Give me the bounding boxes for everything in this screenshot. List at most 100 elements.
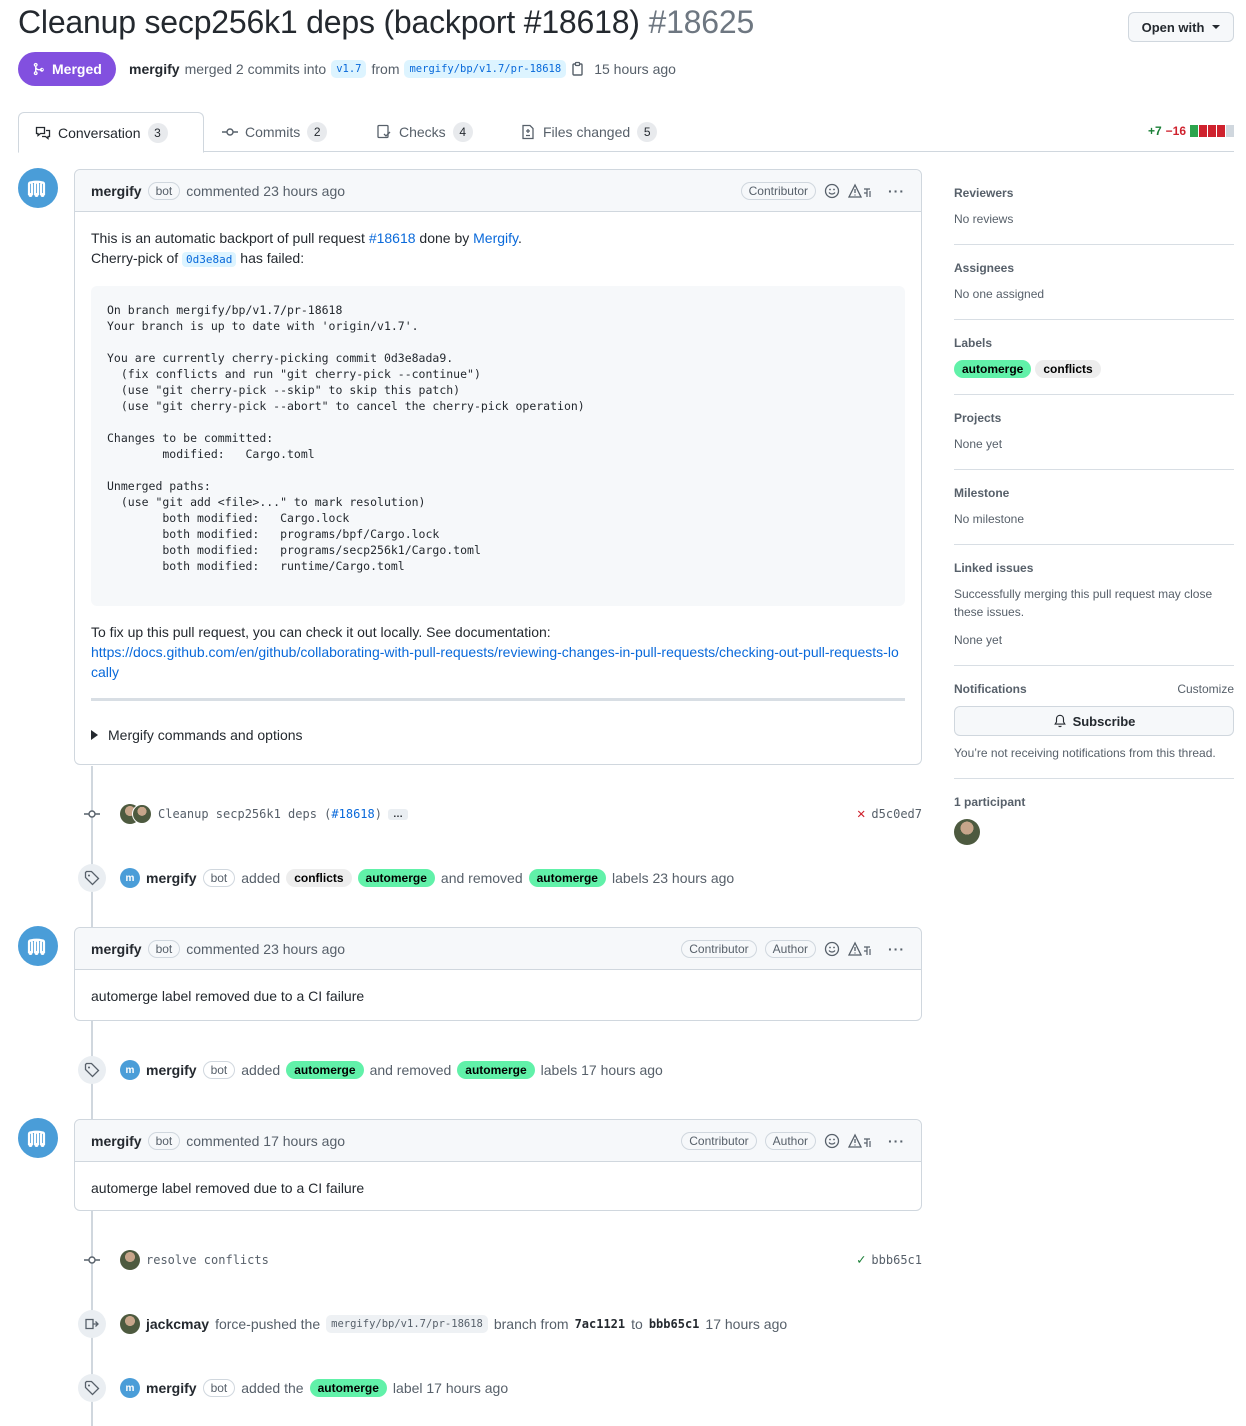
from-sha-link[interactable]: 7ac1121 (575, 1317, 626, 1331)
event-author[interactable]: mergify (146, 870, 197, 886)
translate-icon[interactable] (848, 941, 874, 957)
event-author[interactable]: jackcmay (146, 1316, 209, 1332)
sidebar-participants: 1 participant (954, 779, 1234, 864)
mergify-link[interactable]: Mergify (473, 230, 518, 246)
diffstat-block (1199, 125, 1207, 137)
event-author[interactable]: mergify (146, 1380, 197, 1396)
sidebar-linked-title: Linked issues (954, 561, 1034, 575)
tag-icon (78, 864, 106, 892)
commit-sha[interactable]: ✕ d5c0ed7 (857, 806, 922, 822)
translate-icon[interactable] (848, 183, 874, 199)
tab-files-changed[interactable]: Files changed 5 (520, 112, 658, 152)
commit-sha-text: d5c0ed7 (871, 807, 922, 821)
tab-files-changed-label: Files changed (543, 124, 631, 140)
kebab-icon[interactable]: ··· (888, 941, 905, 957)
label-automerge[interactable]: automerge (286, 1061, 364, 1079)
diffstat-block (1190, 125, 1198, 137)
sidebar-notifications-desc: You’re not receiving notifications from … (954, 746, 1216, 760)
smiley-icon[interactable] (824, 941, 840, 957)
translate-icon[interactable] (848, 1133, 874, 1149)
event-text: added the (241, 1380, 304, 1396)
tab-commits-count: 2 (307, 122, 328, 142)
smiley-icon[interactable] (824, 183, 840, 199)
label-automerge[interactable]: automerge (954, 360, 1032, 378)
label-conflicts[interactable]: conflicts (1035, 360, 1101, 378)
sidebar-participants-title: 1 participant (954, 795, 1026, 809)
expand-commit-button[interactable]: … (387, 808, 408, 820)
sidebar-milestone-title[interactable]: Milestone (954, 486, 1234, 500)
label-conflicts[interactable]: conflicts (286, 869, 352, 887)
commit-avatars[interactable] (120, 804, 152, 824)
comment-author[interactable]: mergify (91, 1133, 142, 1149)
participant-avatar[interactable] (954, 819, 980, 845)
comment-author[interactable]: mergify (91, 941, 142, 957)
avatar[interactable]: m (120, 1060, 140, 1080)
mergify-avatar[interactable] (18, 168, 58, 208)
avatar[interactable] (120, 1250, 140, 1270)
comment-body: automerge label removed due to a CI fail… (91, 988, 365, 1004)
sidebar-assignees-title[interactable]: Assignees (954, 261, 1234, 275)
smiley-icon[interactable] (824, 1133, 840, 1149)
label-automerge[interactable]: automerge (457, 1061, 535, 1079)
branch-name[interactable]: mergify/bp/v1.7/pr-18618 (326, 1315, 488, 1333)
subscribe-button[interactable]: Subscribe (954, 706, 1234, 736)
details-separator (91, 698, 905, 701)
x-icon[interactable]: ✕ (857, 806, 865, 822)
comment-actions: Contributor ··· (740, 181, 905, 200)
open-with-button[interactable]: Open with (1128, 12, 1234, 42)
tab-conversation[interactable]: Conversation 3 (18, 112, 204, 153)
kebab-icon[interactable]: ··· (888, 183, 905, 199)
sidebar-projects-title[interactable]: Projects (954, 411, 1234, 425)
doc-link[interactable]: https://docs.github.com/en/github/collab… (91, 642, 905, 682)
commit-message[interactable]: Cleanup secp256k1 deps (#18618) (158, 807, 382, 821)
comment-time[interactable]: commented 23 hours ago (186, 941, 345, 957)
label-automerge[interactable]: automerge (528, 869, 606, 887)
pr-link[interactable]: #18618 (369, 230, 416, 246)
customize-link[interactable]: Customize (1177, 682, 1234, 696)
sidebar-projects-value: None yet (954, 437, 1003, 451)
tab-checks[interactable]: Checks 4 (376, 112, 473, 152)
label-automerge[interactable]: automerge (309, 1379, 387, 1397)
event-author[interactable]: mergify (146, 1062, 197, 1078)
comment-author[interactable]: mergify (91, 183, 142, 199)
commit-message[interactable]: resolve conflicts (146, 1253, 269, 1267)
commit-pr-link[interactable]: #18618 (331, 807, 374, 821)
avatar[interactable] (120, 1314, 140, 1334)
sidebar-notifications-header: Notifications Customize (954, 682, 1234, 696)
tab-checks-label: Checks (399, 124, 446, 140)
pr-author-link[interactable]: mergify (129, 61, 180, 77)
tab-checks-count: 4 (452, 122, 473, 142)
comment-time[interactable]: commented 17 hours ago (186, 1133, 345, 1149)
sidebar-milestone: Milestone No milestone (954, 470, 1234, 545)
comment-header: mergify bot commented 23 hours ago Contr… (75, 170, 921, 212)
mergify-avatar[interactable] (18, 926, 58, 966)
cherry-sha-link[interactable]: 0d3e8ad (182, 252, 237, 267)
file-diff-icon (522, 124, 534, 140)
copy-icon[interactable] (571, 61, 585, 77)
sidebar-linked-desc: Successfully merging this pull request m… (954, 587, 1213, 619)
base-branch[interactable]: v1.7 (331, 60, 367, 78)
sidebar-reviewers-title[interactable]: Reviewers (954, 186, 1234, 200)
tag-icon (78, 1374, 106, 1402)
git-commit-icon (78, 1246, 106, 1274)
avatar[interactable]: m (120, 868, 140, 888)
sidebar-assignees: Assignees No one assigned (954, 245, 1234, 320)
event-text: added (241, 870, 281, 886)
mergify-logo-icon (27, 938, 46, 955)
commit-message-end: ) (374, 807, 382, 821)
comment-box: mergify bot commented 23 hours ago Contr… (74, 169, 922, 765)
avatar[interactable]: m (120, 1378, 140, 1398)
tab-commits[interactable]: Commits 2 (222, 112, 328, 152)
label-automerge[interactable]: automerge (357, 869, 435, 887)
comment-time[interactable]: commented 23 hours ago (186, 183, 345, 199)
check-icon[interactable]: ✓ (857, 1252, 865, 1268)
diffstat-additions: +7 (1147, 124, 1162, 138)
mergify-avatar[interactable] (18, 1118, 58, 1158)
details-summary[interactable]: Mergify commands and options (91, 725, 905, 745)
sidebar-labels-title[interactable]: Labels (954, 336, 1234, 350)
kebab-icon[interactable]: ··· (888, 1133, 905, 1149)
commit-sha[interactable]: ✓ bbb65c1 (857, 1252, 922, 1268)
head-branch[interactable]: mergify/bp/v1.7/pr-18618 (404, 60, 567, 78)
to-sha-link[interactable]: bbb65c1 (649, 1317, 700, 1331)
bot-badge: bot (147, 181, 181, 200)
